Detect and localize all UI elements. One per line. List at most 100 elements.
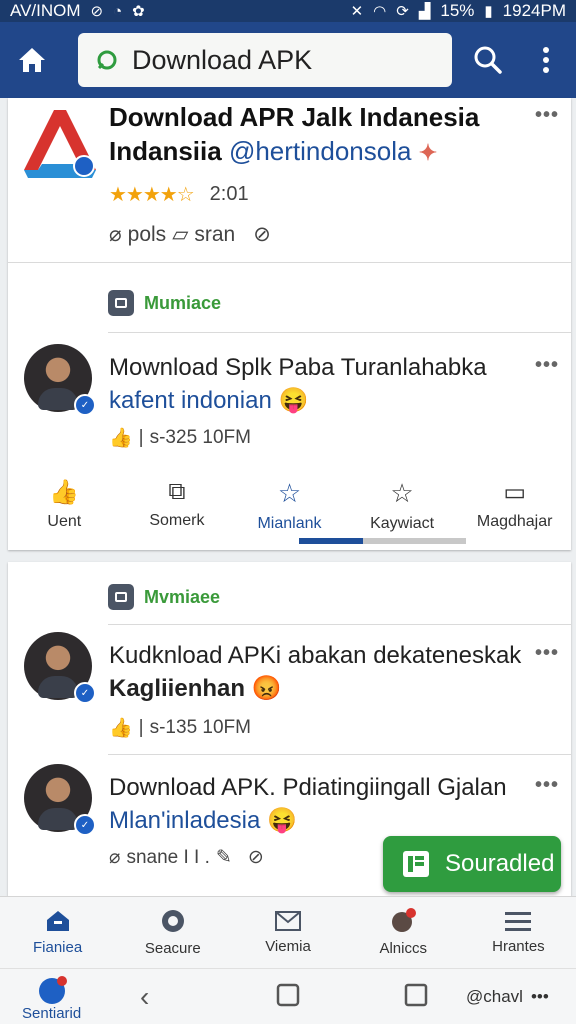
profile-badge-icon (392, 908, 417, 932)
avatar[interactable]: ✓ (24, 764, 96, 836)
app-title[interactable]: Download APR Jalk Indanesia (109, 102, 479, 133)
action-label: Somerk (149, 512, 205, 529)
nav-label: Hrantes (492, 938, 545, 955)
emoji-icon: 😝 (267, 807, 297, 834)
play-store-icon: ✦ (418, 140, 438, 165)
home-system-button[interactable] (276, 983, 300, 1007)
more-vertical-icon (543, 47, 549, 73)
nav-home[interactable]: Fianiea (0, 897, 115, 968)
tab-track (363, 538, 466, 544)
nav-mail[interactable]: Viemia (230, 897, 345, 968)
nav-menu[interactable]: Hrantes (461, 897, 576, 968)
post-subtitle[interactable]: Kagliienhan 😡 (109, 674, 282, 703)
document-icon (403, 851, 429, 877)
share-icon[interactable]: ⊘ (253, 222, 271, 247)
overflow-menu-button[interactable] (518, 22, 574, 98)
tag-icon: ⌀ (109, 223, 122, 246)
no-signal-icon: ⊘ (90, 3, 104, 20)
app-handle-link[interactable]: @hertindonsola (229, 136, 412, 166)
post-title[interactable]: Mownload Splk Paba Turanlahabka (109, 354, 487, 382)
mail-icon (275, 911, 301, 931)
thumb-icon: 👍 (49, 479, 80, 506)
tag-icon: ⌀ (109, 847, 121, 868)
status-bar: AV/INOM ⊘ ◔ ✿ ✕ ◠ ⟳ ▟ 15% ▮ 1924PM (0, 0, 576, 22)
system-navigation-bar: Sentiarid ‹ @chavl ••• (0, 968, 576, 1024)
divider (108, 754, 571, 755)
home-icon (46, 911, 69, 931)
section-label: Mumiace (144, 292, 222, 313)
search-field[interactable]: Download APK (78, 33, 452, 87)
alarm-icon: ◔ (113, 2, 123, 20)
app-more-button[interactable]: ••• (535, 104, 559, 127)
emoji-icon: 😡 (251, 675, 282, 702)
pen-icon[interactable]: ✎ (216, 846, 232, 869)
post-title[interactable]: Download APK. Pdiatingiingall Gjalan (109, 774, 507, 802)
rating-stars-icon: ★★★★☆ (109, 184, 195, 206)
account-label: @chavl (466, 987, 523, 1006)
search-button[interactable] (458, 22, 518, 98)
back-button[interactable]: ‹ (140, 981, 149, 1013)
back-icon: ‹ (140, 981, 150, 1012)
section-header-2: Mvmiaee (108, 584, 220, 610)
menu-icon (505, 912, 532, 931)
divider (108, 332, 571, 333)
post-subtitle[interactable]: kafent indonian 😝 (109, 386, 308, 415)
refresh-search-icon (97, 50, 117, 70)
fab-label: Souradled (445, 850, 555, 877)
recents-icon (404, 983, 428, 1007)
post-time: s-135 10FM (149, 717, 251, 738)
results-card-1: Download APR Jalk Indanesia Indansiia @h… (8, 98, 571, 550)
verified-icon: ✓ (74, 394, 96, 416)
top-toolbar: Download APK (0, 22, 576, 98)
copy-icon: ⧉ (168, 478, 186, 505)
action-message[interactable]: ▭ Magdhajar (458, 476, 571, 544)
home-icon (19, 48, 45, 72)
wifi-icon: ◠ (373, 3, 387, 20)
post-more-button[interactable]: ••• (535, 642, 559, 665)
action-like[interactable]: 👍 Uent (8, 476, 121, 544)
post-title[interactable]: Kudknload APKi abakan dekateneskak (109, 642, 521, 670)
notification-icon: ✿ (132, 3, 145, 20)
like-icon[interactable]: 👍 (109, 716, 133, 740)
post-more-button[interactable]: ••• (535, 774, 559, 797)
bottom-navigation: Fianiea Seacure Viemia Alniccs Hrantes (0, 896, 576, 968)
rating-text: 2:01 (209, 183, 249, 205)
tag-2[interactable]: sran (194, 223, 235, 247)
divider (8, 262, 571, 263)
post-subtitle-text: Mlan'inladesia (109, 807, 261, 834)
like-icon[interactable]: 👍 (109, 426, 133, 450)
nav-secure[interactable]: Seacure (115, 897, 230, 968)
star-icon: ☆ (390, 478, 414, 508)
post-more-button[interactable]: ••• (535, 354, 559, 377)
more-horizontal-icon: ••• (530, 987, 549, 1006)
account-chip[interactable]: @chavl ••• (466, 987, 549, 1007)
post-meta: ⌀ snane I I . ✎ ⊘ (109, 846, 264, 869)
messenger-icon (38, 976, 67, 1004)
action-star-active[interactable]: ☆ Mianlank (233, 476, 346, 544)
post-meta: 👍 | s-135 10FM (109, 716, 251, 740)
tag-1[interactable]: pols (128, 223, 167, 247)
nav-label: Fianiea (33, 939, 83, 956)
nav-alerts[interactable]: Alniccs (346, 897, 461, 968)
recents-button[interactable] (404, 983, 428, 1007)
action-label: Kaywiact (370, 515, 435, 532)
assistant-label: Sentiarid (22, 1005, 82, 1022)
app-tags: ⌀ pols ▱ sran ⊘ (109, 222, 271, 247)
download-fab[interactable]: Souradled (383, 836, 561, 892)
section-header-1: Mumiace (108, 290, 221, 316)
share-icon[interactable]: ⊘ (248, 846, 264, 869)
post-subtitle[interactable]: Mlan'inladesia 😝 (109, 806, 297, 835)
action-copy[interactable]: ⧉ Somerk (121, 476, 234, 544)
avatar[interactable]: ✓ (24, 632, 96, 704)
app-subtitle-name: Indansiia (109, 136, 222, 166)
time-label: 1924PM (502, 1, 566, 20)
assistant-button[interactable]: Sentiarid (22, 975, 81, 1022)
action-label: Mianlank (257, 515, 322, 532)
nav-label: Alniccs (379, 940, 427, 957)
home-button[interactable] (0, 22, 64, 98)
square-icon (276, 983, 300, 1007)
section-box-icon (108, 290, 134, 316)
verified-icon: ✓ (74, 682, 96, 704)
action-favorite[interactable]: ☆ Kaywiact (346, 476, 459, 544)
avatar[interactable]: ✓ (24, 344, 96, 416)
